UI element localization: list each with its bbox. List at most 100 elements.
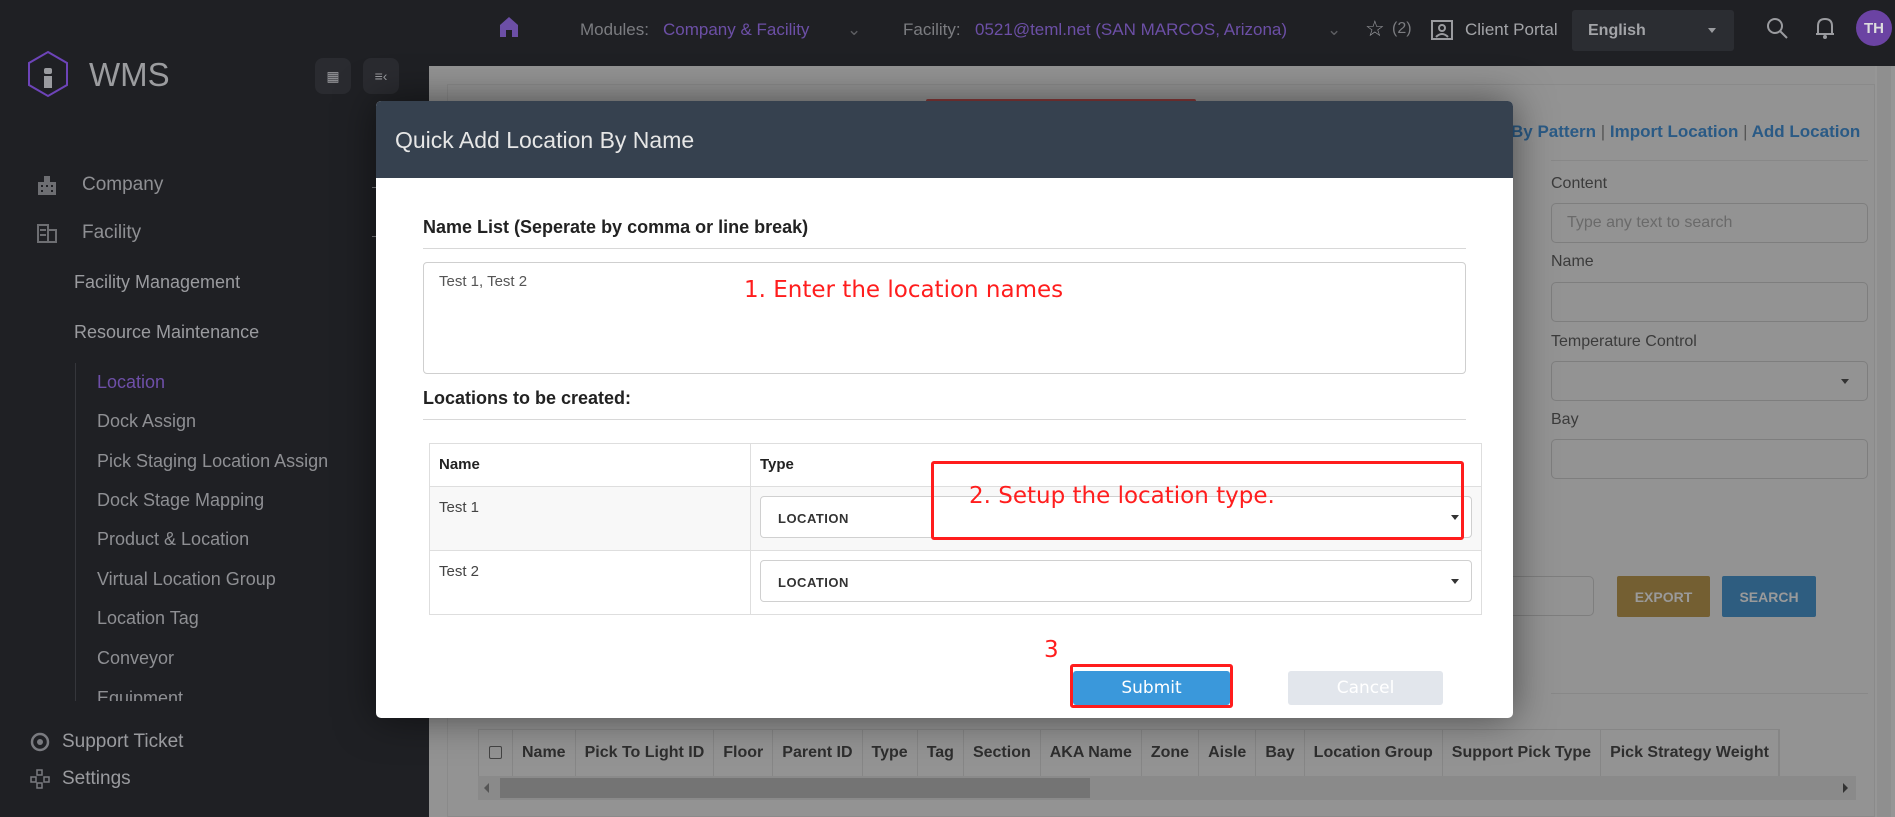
column-header[interactable]: Pick Strategy Weight xyxy=(1601,730,1779,776)
column-header[interactable]: Type xyxy=(863,730,918,776)
sidebar-item-conveyor[interactable]: Conveyor xyxy=(97,648,174,669)
sidebar-item-location[interactable]: Location xyxy=(97,372,165,393)
sidebar-item-company[interactable]: Company xyxy=(36,174,163,196)
client-portal-link[interactable]: Client Portal xyxy=(1465,20,1558,40)
divider xyxy=(1551,160,1868,161)
import-location-link[interactable]: Import Location xyxy=(1610,122,1738,141)
add-location-link[interactable]: Add Location xyxy=(1752,122,1861,141)
column-header[interactable]: AKA Name xyxy=(1041,730,1142,776)
caret-down-icon xyxy=(1451,579,1459,584)
sidebar-item-location-tag[interactable]: Location Tag xyxy=(97,608,199,629)
temperature-control-select[interactable] xyxy=(1551,361,1868,401)
sidebar-item-equipment-clipped[interactable]: Equipment xyxy=(97,688,183,701)
vertical-scrollbar[interactable] xyxy=(1875,66,1895,817)
scroll-right-icon[interactable] xyxy=(1843,783,1848,793)
annotation-step-2: 2. Setup the location type. xyxy=(969,483,1275,509)
divider xyxy=(1551,693,1868,694)
sidebar-item-equipment: Equipment xyxy=(97,688,184,701)
separator: | xyxy=(1600,122,1606,141)
top-bar: Modules: Company & Facility ⌄ Facility: … xyxy=(429,0,1895,66)
sidebar-item-dock-assign[interactable]: Dock Assign xyxy=(97,411,196,432)
app-title: WMS xyxy=(89,56,170,93)
sidebar-item-pick-staging-location-assign[interactable]: Pick Staging Location Assign xyxy=(97,451,328,472)
favorites-count: (2) xyxy=(1392,20,1412,37)
apps-grid-button[interactable]: ▦ xyxy=(315,58,351,94)
support-icon xyxy=(30,732,50,752)
language-value: English xyxy=(1588,22,1646,39)
column-header[interactable]: Name xyxy=(513,730,576,776)
facility-label: Facility: xyxy=(903,20,961,39)
bell-icon[interactable] xyxy=(1814,16,1836,45)
column-header[interactable]: Pick To Light ID xyxy=(576,730,715,776)
language-select[interactable]: English xyxy=(1572,10,1734,51)
column-header[interactable]: Tag xyxy=(918,730,964,776)
column-header[interactable]: Zone xyxy=(1142,730,1200,776)
grid-icon: ▦ xyxy=(326,67,340,84)
locations-to-create-label: Locations to be created: xyxy=(423,388,1466,420)
sidebar-item-support-ticket[interactable]: Support Ticket xyxy=(30,731,183,753)
caret-down-icon xyxy=(1841,379,1849,384)
sidebar-item-virtual-location-group[interactable]: Virtual Location Group xyxy=(97,569,276,590)
location-type-cell: LOCATION xyxy=(750,550,1482,615)
modal-title: Quick Add Location By Name xyxy=(376,101,1513,178)
tree-line xyxy=(75,363,76,701)
column-header[interactable]: Aisle xyxy=(1199,730,1257,776)
home-icon[interactable] xyxy=(499,16,519,43)
sidebar-item-label: Support Ticket xyxy=(62,731,184,752)
sidebar: WMS ▦ ≡‹ Company Facility Facility Manag… xyxy=(0,0,429,817)
collapse-menu-icon: ≡‹ xyxy=(374,68,388,84)
sidebar-item-resource-maintenance[interactable]: Resource Maintenance xyxy=(74,322,259,343)
scroll-left-icon[interactable] xyxy=(484,783,489,793)
select-all-checkbox[interactable] xyxy=(479,730,513,776)
column-header[interactable]: Location Group xyxy=(1305,730,1443,776)
table-row: Test 2 LOCATION xyxy=(429,550,1482,615)
sidebar-item-facility-management[interactable]: Facility Management xyxy=(74,272,240,293)
column-header[interactable]: Support Pick Type xyxy=(1443,730,1602,776)
wms-logo-icon xyxy=(28,50,68,98)
facility-icon xyxy=(36,222,58,244)
sidebar-item-settings[interactable]: Settings xyxy=(30,768,131,790)
chevron-down-icon[interactable]: ⌄ xyxy=(1327,20,1341,40)
column-header[interactable]: Bay xyxy=(1256,730,1305,776)
search-icon[interactable] xyxy=(1765,16,1789,45)
collapse-sidebar-button[interactable]: ≡‹ xyxy=(363,58,399,94)
search-button[interactable]: SEARCH xyxy=(1722,576,1816,617)
annotation-step-1: 1. Enter the location names xyxy=(744,277,1064,303)
column-header[interactable]: Parent ID xyxy=(773,730,863,776)
sidebar-item-facility[interactable]: Facility xyxy=(36,222,141,244)
sidebar-item-label: Settings xyxy=(62,768,131,789)
star-icon[interactable]: ☆ xyxy=(1365,16,1385,42)
location-type-value: LOCATION xyxy=(778,511,849,526)
annotation-step-3: 3 xyxy=(1044,637,1059,663)
by-pattern-link[interactable]: By Pattern xyxy=(1511,122,1596,141)
location-name-cell: Test 2 xyxy=(429,550,751,615)
sidebar-item-product-location[interactable]: Product & Location xyxy=(97,529,249,550)
quick-add-location-modal: Quick Add Location By Name Name List (Se… xyxy=(376,101,1513,718)
scrollbar-thumb[interactable] xyxy=(500,778,1090,798)
content-search-input[interactable]: Type any text to search xyxy=(1551,203,1868,243)
content-label: Content xyxy=(1551,175,1608,192)
name-list-label: Name List (Seperate by comma or line bre… xyxy=(423,217,1466,249)
facility-selector[interactable]: 0521@teml.net (SAN MARCOS, Arizona) xyxy=(975,20,1287,40)
export-button[interactable]: EXPORT xyxy=(1617,576,1710,617)
column-header[interactable]: Section xyxy=(964,730,1041,776)
sidebar-item-label: Facility xyxy=(82,222,142,243)
locations-table-header: Name Pick To Light ID Floor Parent ID Ty… xyxy=(478,729,1780,776)
name-label: Name xyxy=(1551,253,1594,270)
modules-label: Modules: xyxy=(580,20,649,39)
bay-input[interactable] xyxy=(1551,439,1868,479)
column-header[interactable]: Floor xyxy=(714,730,774,776)
column-header: Name xyxy=(429,443,751,487)
cancel-button[interactable]: Cancel xyxy=(1288,671,1443,705)
user-avatar[interactable]: TH xyxy=(1856,10,1892,46)
location-name-cell: Test 1 xyxy=(429,486,751,551)
name-input[interactable] xyxy=(1551,282,1868,322)
sidebar-item-dock-stage-mapping[interactable]: Dock Stage Mapping xyxy=(97,490,264,511)
horizontal-scrollbar[interactable] xyxy=(478,776,1856,800)
modules-selector[interactable]: Company & Facility xyxy=(663,20,809,40)
page-links: By Pattern | Import Location | Add Locat… xyxy=(1511,122,1860,142)
location-type-select[interactable]: LOCATION xyxy=(760,560,1472,602)
separator: | xyxy=(1743,122,1748,141)
bay-label: Bay xyxy=(1551,411,1579,428)
chevron-down-icon[interactable]: ⌄ xyxy=(847,20,861,40)
